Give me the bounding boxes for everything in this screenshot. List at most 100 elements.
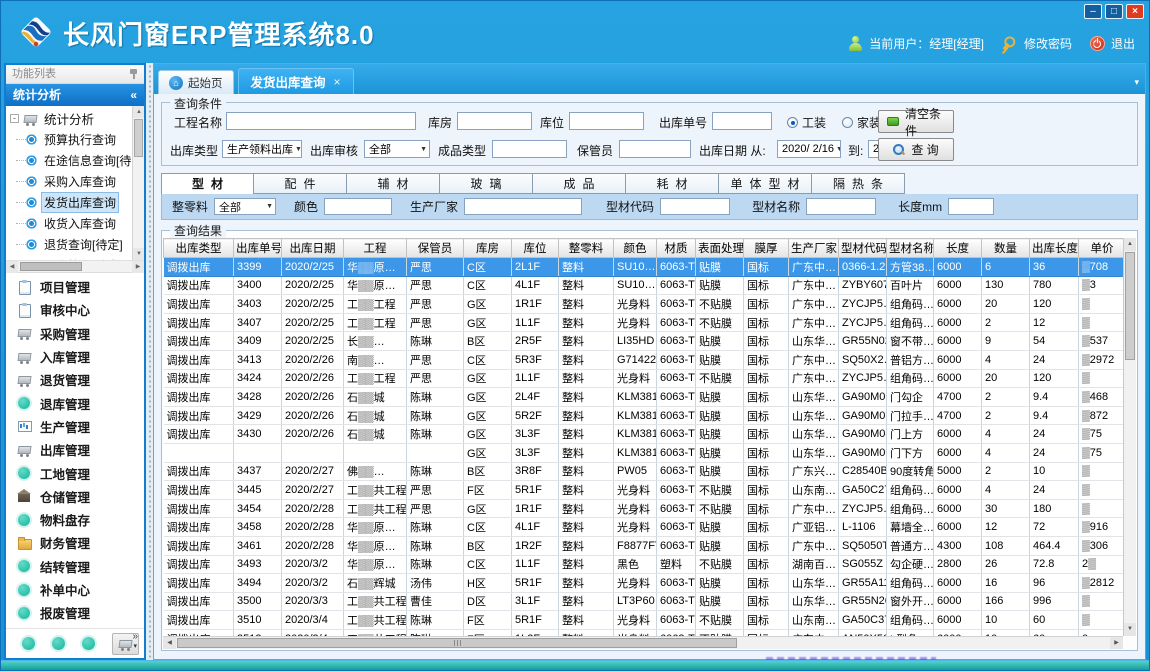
order-no-input[interactable] — [712, 112, 772, 130]
sidebar-tree-item[interactable]: 退货查询[待定] — [10, 234, 131, 255]
table-row[interactable]: 调拨出库34032020/2/25工▒▒工程严思G区1R1F整料光身料6063-… — [164, 295, 1124, 314]
sidebar-tree-item[interactable]: 预算执行查询 — [10, 129, 131, 150]
search-button[interactable]: 查 询 — [878, 138, 954, 161]
table-row[interactable]: 调拨出库34292020/2/26石▒▒城陈琳G区5R2F整料KLM381760… — [164, 406, 1124, 425]
sidebar-splitter[interactable] — [146, 63, 153, 660]
sidebar-item[interactable]: 项目管理 — [6, 275, 144, 298]
product-type-input[interactable] — [492, 140, 567, 158]
table-row[interactable]: 调拨出库34452020/2/27工▒▒共工程严思F区5R1F整料光身料6063… — [164, 481, 1124, 500]
maximize-icon[interactable] — [1105, 4, 1123, 19]
scroll-left-icon[interactable] — [163, 637, 176, 649]
column-header[interactable]: 库房 — [464, 239, 512, 258]
column-header[interactable]: 膜厚 — [744, 239, 789, 258]
material-tab[interactable]: 配件 — [254, 173, 347, 194]
close-tab-icon[interactable] — [334, 75, 341, 89]
sidebar-item[interactable]: 入库管理 — [6, 345, 144, 368]
sidebar-item[interactable]: 生产管理 — [6, 415, 144, 438]
table-row[interactable]: 调拨出库34092020/2/25长▒▒…陈琳B区2R5F整料LI35HD606… — [164, 332, 1124, 351]
sidebar-item[interactable]: 退库管理 — [6, 391, 144, 414]
column-header[interactable]: 出库长度 — [1030, 239, 1079, 258]
table-row[interactable]: 调拨出库34302020/2/26石▒▒城陈琳G区3L3F整料KLM381760… — [164, 425, 1124, 444]
scroll-left-icon[interactable] — [6, 261, 18, 273]
column-header[interactable]: 出库单号 — [234, 239, 282, 258]
logout-button[interactable]: 退出 — [1090, 35, 1135, 52]
tree-expander-icon[interactable] — [10, 114, 19, 123]
column-header[interactable]: 出库类型 — [164, 239, 234, 258]
column-header[interactable]: 型材名称 — [887, 239, 934, 258]
table-row[interactable]: 调拨出库34282020/2/26石▒▒城陈琳G区2L4F整料KLM381760… — [164, 388, 1124, 407]
table-horizontal-scrollbar[interactable] — [163, 636, 1123, 649]
column-header[interactable]: 出库日期 — [282, 239, 344, 258]
sidebar-item[interactable]: 结转管理 — [6, 555, 144, 578]
tab-list-caret-icon[interactable] — [1134, 77, 1139, 88]
tab-shipping-outbound-query[interactable]: 发货出库查询 — [238, 68, 354, 94]
radio-work-decoration[interactable]: 工装 — [787, 114, 826, 131]
column-header[interactable]: 保管员 — [407, 239, 464, 258]
scroll-right-icon[interactable] — [132, 261, 144, 273]
column-header[interactable]: 整零料 — [559, 239, 614, 258]
sidebar-item[interactable]: 出库管理 — [6, 438, 144, 461]
table-row[interactable]: 调拨出库34002020/2/25华▒▒原…严思C区4L1F整料SU10…606… — [164, 276, 1124, 295]
stats-section-header[interactable]: 统计分析 — [6, 84, 144, 106]
material-tab[interactable]: 单体型材 — [719, 173, 812, 194]
collapse-icon[interactable] — [130, 84, 137, 106]
color-input[interactable] — [324, 198, 392, 215]
toolbar-overflow-icon[interactable] — [132, 632, 138, 652]
scroll-down-icon[interactable] — [133, 248, 144, 260]
table-row[interactable]: 调拨出库34072020/2/25工▒▒工程严思G区1L1F整料光身料6063-… — [164, 313, 1124, 332]
radio-home-decoration[interactable]: 家装 — [842, 114, 881, 131]
table-row[interactable]: 调拨出库34372020/2/27佛▒▒…陈琳B区3R8F整料PW056063-… — [164, 462, 1124, 481]
material-tab[interactable]: 型材 — [161, 173, 254, 195]
material-tab[interactable]: 隔热条 — [812, 173, 905, 194]
scroll-up-icon[interactable] — [133, 106, 144, 118]
column-header[interactable]: 表面处理 — [696, 239, 744, 258]
table-row[interactable]: 调拨出库34942020/3/2石▒▒辉城汤伟H区5R1F整料光身料6063-T… — [164, 574, 1124, 593]
scroll-down-icon[interactable] — [1124, 623, 1136, 636]
sidebar-tree-item[interactable]: 在途信息查询[待 — [10, 150, 131, 171]
table-row[interactable]: 调拨出库34932020/3/2华▒▒原…陈琳C区1L1F整料黑色塑料不贴膜国标… — [164, 555, 1124, 574]
scroll-thumb[interactable] — [20, 262, 82, 271]
sidebar-item[interactable]: 审核中心 — [6, 298, 144, 321]
sidebar-item[interactable]: 仓储管理 — [6, 485, 144, 508]
sidebar-item[interactable]: 工地管理 — [6, 461, 144, 484]
scroll-thumb[interactable] — [177, 638, 737, 648]
change-password-button[interactable]: 修改密码 — [1002, 35, 1072, 52]
table-row[interactable]: 调拨出库35002020/3/3工▒▒共工程曹佳D区3L1F整料LT3P6060… — [164, 592, 1124, 611]
warehouse-input[interactable] — [457, 112, 532, 130]
column-header[interactable]: 数量 — [982, 239, 1030, 258]
tab-home[interactable]: 起始页 — [158, 70, 234, 94]
table-row[interactable]: 调拨出库33992020/2/25华▒▒原…严思C区2L1F整料SU10…606… — [164, 258, 1124, 277]
module-circle-icon[interactable] — [82, 637, 95, 650]
location-input[interactable] — [569, 112, 644, 130]
clear-conditions-button[interactable]: 清空条件 — [878, 110, 954, 133]
sidebar-item[interactable]: 补单中心 — [6, 578, 144, 601]
outbound-audit-select[interactable]: 全部 — [364, 140, 430, 158]
table-row[interactable]: 调拨出库34242020/2/26工▒▒工程严思G区1L1F整料光身料6063-… — [164, 369, 1124, 388]
pin-icon[interactable] — [129, 69, 138, 80]
date-from-picker[interactable]: 2020/ 2/16 — [777, 140, 841, 158]
material-tab[interactable]: 成品 — [533, 173, 626, 194]
part-select[interactable]: 全部 — [214, 198, 276, 215]
sidebar-item[interactable]: 物料盘存 — [6, 508, 144, 531]
table-row[interactable]: 调拨出库34132020/2/26南▒▒…严思C区5R3F整料G71422606… — [164, 350, 1124, 369]
column-header[interactable]: 长度 — [934, 239, 982, 258]
sidebar-tree-item[interactable]: 发货出库查询 — [10, 192, 131, 213]
material-tab[interactable]: 辅材 — [347, 173, 440, 194]
table-row[interactable]: 调拨出库35122020/3/4工▒▒共工程陈琳F区1L2F整料光身料6063-… — [164, 629, 1124, 636]
sidebar-item[interactable]: 财务管理 — [6, 531, 144, 554]
table-vertical-scrollbar[interactable] — [1123, 238, 1136, 636]
outbound-type-select[interactable]: 生产领料出库 — [222, 140, 302, 158]
column-header[interactable]: 颜色 — [614, 239, 657, 258]
column-header[interactable]: 单价 — [1079, 239, 1124, 258]
column-header[interactable]: 材质 — [657, 239, 696, 258]
module-circle-icon[interactable] — [22, 637, 35, 650]
table-row[interactable]: G区3L3F整料KLM38176063-T5贴膜国标山东华…GA90M09…门下… — [164, 443, 1124, 462]
column-header[interactable]: 生产厂家 — [789, 239, 839, 258]
tree-vertical-scrollbar[interactable] — [132, 106, 144, 260]
column-header[interactable]: 库位 — [512, 239, 559, 258]
module-circle-icon[interactable] — [52, 637, 65, 650]
table-row[interactable]: 调拨出库35102020/3/4工▒▒共工程陈琳F区5R1F整料光身料6063-… — [164, 611, 1124, 630]
name-input[interactable] — [806, 198, 876, 215]
maker-input[interactable] — [464, 198, 582, 215]
project-name-input[interactable] — [226, 112, 416, 130]
